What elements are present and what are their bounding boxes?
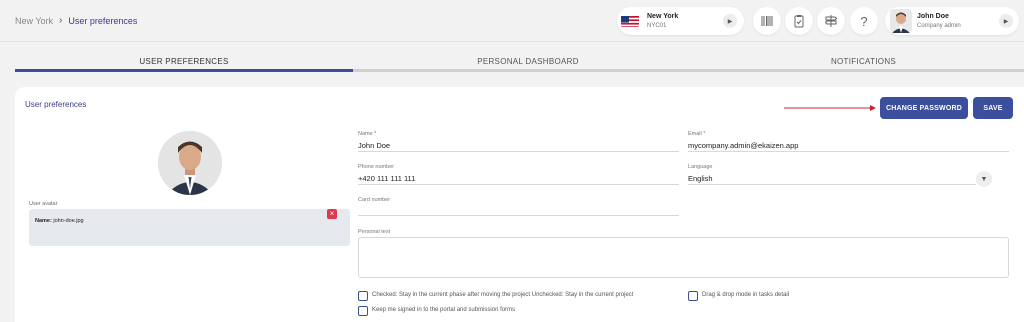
- clipboard-check-icon[interactable]: [785, 7, 813, 35]
- breadcrumb-separator: ›: [59, 15, 63, 26]
- keep-signed-in-checkbox[interactable]: [358, 306, 368, 316]
- breadcrumb: New York › User preferences: [15, 15, 137, 26]
- tab-notifications[interactable]: NOTIFICATIONS: [703, 52, 1024, 72]
- user-role: Company admin: [917, 23, 961, 29]
- personal-text-textarea[interactable]: [358, 237, 1009, 278]
- help-glyph: ?: [860, 13, 868, 29]
- chevron-right-icon[interactable]: ▶: [999, 14, 1013, 28]
- user-name: John Doe: [917, 13, 949, 20]
- drag-drop-checkbox[interactable]: [688, 291, 698, 301]
- location-code: NYC01: [647, 23, 667, 29]
- top-header: New York › User preferences New York NYC…: [0, 0, 1024, 42]
- email-field[interactable]: mycompany.admin@ekaizen.app: [688, 141, 798, 150]
- phone-field[interactable]: +420 111 111 111: [358, 174, 415, 183]
- card-number-field[interactable]: [358, 205, 679, 215]
- chevron-right-icon[interactable]: ▶: [723, 14, 737, 28]
- drag-drop-label: Drag & drop mode in tasks detail: [702, 292, 790, 298]
- stay-in-phase-label: Checked: Stay in the current phase after…: [372, 292, 634, 298]
- pointer-arrow-icon: [784, 105, 876, 111]
- user-avatar-image: [158, 131, 222, 195]
- change-password-button[interactable]: CHANGE PASSWORD: [880, 97, 968, 119]
- personal-text-label: Personal text: [358, 229, 391, 235]
- barcode-icon[interactable]: [753, 7, 781, 35]
- breadcrumb-root-link[interactable]: New York: [15, 16, 53, 26]
- panel-title: User preferences: [25, 100, 87, 109]
- us-flag-icon: [621, 15, 639, 27]
- help-icon[interactable]: ?: [850, 7, 878, 35]
- phone-label: Phone number: [358, 164, 395, 170]
- avatar: [890, 9, 912, 33]
- file-name-label: Name:: [35, 218, 52, 224]
- signpost-icon[interactable]: [817, 7, 845, 35]
- avatar-file-box: Name: john-doe.jpg: [29, 209, 350, 246]
- remove-avatar-button[interactable]: ×: [327, 209, 337, 219]
- email-underline: [688, 151, 1009, 152]
- language-select[interactable]: English: [688, 174, 713, 183]
- card-number-label: Card number: [358, 197, 391, 203]
- preferences-panel: User preferences CHANGE PASSWORD SAVE Us…: [15, 87, 1024, 322]
- tab-bar: USER PREFERENCES PERSONAL DASHBOARD NOTI…: [15, 52, 1024, 72]
- name-label: Name *: [358, 131, 377, 137]
- stay-in-phase-checkbox[interactable]: [358, 291, 368, 301]
- keep-signed-in-label: Keep me signed in to the portal and subm…: [372, 307, 516, 313]
- language-underline: [688, 184, 976, 185]
- user-menu[interactable]: John Doe Company admin ▶: [885, 7, 1019, 35]
- chevron-down-icon[interactable]: ▼: [976, 171, 992, 187]
- save-button[interactable]: SAVE: [973, 97, 1013, 119]
- name-field[interactable]: John Doe: [358, 141, 390, 150]
- tab-user-preferences[interactable]: USER PREFERENCES: [15, 52, 353, 72]
- email-label: Email *: [688, 131, 706, 137]
- breadcrumb-current: User preferences: [68, 15, 138, 26]
- user-avatar-label: User avatar: [29, 201, 58, 207]
- card-number-underline: [358, 215, 679, 216]
- file-name-value: john-doe.jpg: [53, 218, 84, 224]
- name-underline: [358, 151, 679, 152]
- phone-underline: [358, 184, 679, 185]
- avatar-file-name: Name: john-doe.jpg: [35, 218, 84, 224]
- tab-personal-dashboard[interactable]: PERSONAL DASHBOARD: [353, 52, 703, 72]
- language-label: Language: [688, 164, 713, 170]
- location-name: New York: [647, 13, 679, 20]
- location-selector[interactable]: New York NYC01 ▶: [617, 7, 744, 35]
